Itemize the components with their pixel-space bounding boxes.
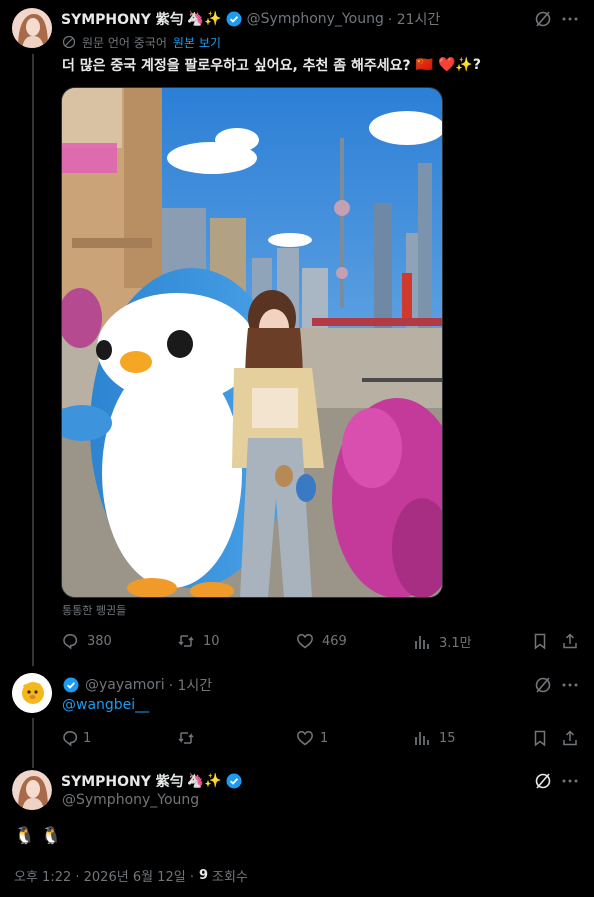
tweet-text: 더 많은 중국 계정을 팔로우하고 싶어요, 추천 좀 해주세요?	[62, 58, 411, 74]
thread-line	[32, 54, 34, 666]
more-icon[interactable]	[561, 676, 579, 694]
view-label: 조회수	[212, 869, 248, 885]
tweet-text: 🐧 🐧	[14, 826, 62, 846]
bookmark-icon[interactable]	[531, 729, 549, 747]
name-emoji: 🦄✨	[186, 773, 222, 789]
handle[interactable]: @Symphony_Young	[247, 11, 384, 27]
thread-line	[32, 718, 34, 768]
retweet-button[interactable]	[177, 729, 203, 747]
share-icon[interactable]	[561, 632, 579, 650]
views-button[interactable]: 15	[413, 729, 456, 747]
reply-icon	[63, 634, 78, 650]
tweet-photo[interactable]	[61, 87, 443, 598]
view-count: 15	[439, 730, 456, 746]
reply-count: 380	[87, 633, 112, 649]
avatar[interactable]	[12, 8, 52, 48]
reply-button[interactable]: 1	[61, 729, 91, 747]
verified-badge-icon	[226, 773, 242, 789]
views-icon	[415, 635, 429, 649]
timestamp[interactable]: 오후 1:22 · 2026년 6월 12일 ·	[14, 866, 194, 885]
translate-label: 원문 언어 중국어	[82, 35, 167, 50]
more-icon[interactable]	[561, 10, 579, 28]
like-count: 1	[320, 730, 329, 746]
verified-badge-icon	[226, 11, 242, 27]
retweet-icon	[178, 635, 194, 647]
retweet-icon	[178, 732, 194, 744]
like-count: 469	[322, 633, 347, 649]
grok-icon[interactable]	[534, 10, 552, 28]
grok-icon[interactable]	[534, 676, 552, 694]
bookmark-icon[interactable]	[531, 632, 549, 650]
like-button[interactable]: 1	[296, 729, 328, 747]
mention-link[interactable]: @wangbei__	[62, 697, 149, 713]
more-icon[interactable]	[561, 772, 579, 790]
avatar[interactable]	[12, 770, 52, 810]
timestamp[interactable]: · 1시간	[169, 675, 213, 695]
retweet-button[interactable]: 10	[177, 632, 220, 650]
display-name[interactable]: SYMPHONY 紫勻	[61, 771, 184, 791]
retweet-count: 10	[203, 633, 220, 649]
reply-button[interactable]: 380	[61, 632, 112, 650]
tweet-emoji: 🇨🇳 ❤️✨?	[415, 57, 481, 73]
show-original-link[interactable]: 원본 보기	[173, 34, 221, 51]
share-icon[interactable]	[561, 729, 579, 747]
image-caption: 통통한 펭귄들	[62, 604, 127, 617]
reply-count: 1	[83, 730, 92, 746]
grok-icon[interactable]	[534, 772, 552, 790]
views-icon	[415, 732, 429, 745]
avatar[interactable]	[12, 673, 52, 713]
display-name[interactable]: SYMPHONY 紫勻	[61, 9, 184, 29]
heart-icon	[297, 731, 313, 746]
heart-icon	[297, 634, 313, 649]
like-button[interactable]: 469	[296, 632, 347, 650]
handle[interactable]: @Symphony_Young	[62, 792, 199, 808]
view-count: 9	[198, 867, 208, 883]
reply-icon	[63, 731, 78, 747]
name-emoji: 🦄✨	[186, 11, 222, 27]
handle[interactable]: @yayamori	[85, 677, 165, 693]
verified-badge-icon	[63, 677, 79, 693]
timestamp[interactable]: · 21시간	[388, 9, 440, 29]
views-button[interactable]: 3.1만	[413, 632, 472, 651]
view-count: 3.1만	[439, 636, 472, 651]
translate-icon	[62, 35, 76, 49]
